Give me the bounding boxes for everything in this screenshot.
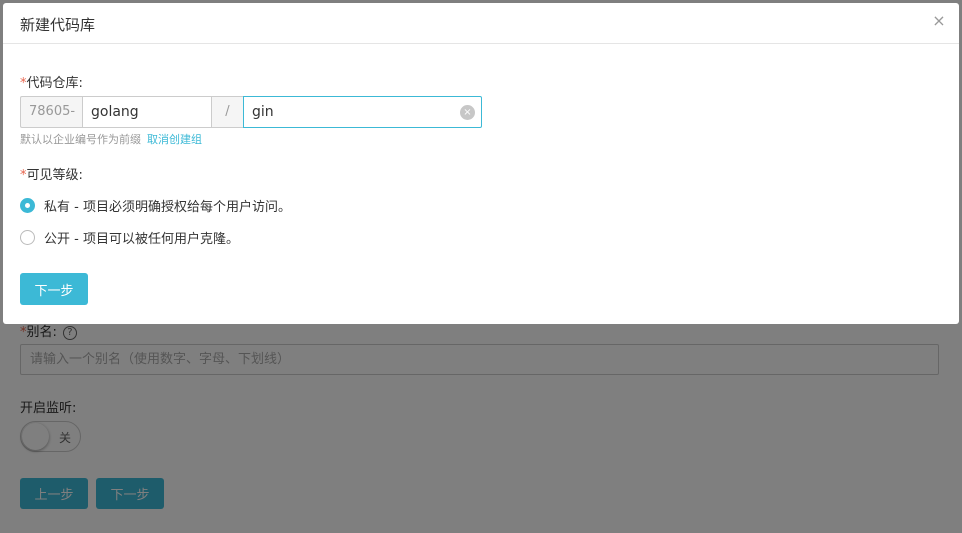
new-repo-modal: 新建代码库 × *代码仓库: 78605- golang / gin × 默认以… [3,3,959,324]
repo-hint: 默认以企业编号作为前缀 取消创建组 [20,131,202,147]
radio-button[interactable] [20,230,35,245]
repo-label-text: 代码仓库: [26,76,83,91]
radio-private[interactable]: 私有 - 项目必须明确授权给每个用户访问。 [20,196,291,215]
repo-name-input[interactable]: gin × [243,96,482,128]
modal-title: 新建代码库 [20,16,96,34]
visibility-label-text: 可见等级: [26,168,83,183]
repo-name-value: gin [252,104,274,120]
radio-public-label: 公开 - 项目可以被任何用户克隆。 [44,232,239,247]
next-step-button[interactable]: 下一步 [20,273,88,305]
cancel-create-group-link[interactable]: 取消创建组 [147,133,202,146]
path-separator: / [212,96,243,128]
group-input[interactable]: golang [82,96,212,128]
radio-private-label: 私有 - 项目必须明确授权给每个用户访问。 [44,200,291,215]
repo-prefix: 78605- [20,96,82,128]
repo-input-group: 78605- golang / gin × [20,96,482,128]
clear-icon[interactable]: × [460,105,475,120]
radio-button-checked[interactable] [20,198,35,213]
close-icon[interactable]: × [931,13,947,29]
repo-hint-text: 默认以企业编号作为前缀 [20,133,141,146]
repo-label: *代码仓库: [20,72,83,91]
modal-header: 新建代码库 × [3,3,959,44]
visibility-label: *可见等级: [20,164,83,183]
radio-public[interactable]: 公开 - 项目可以被任何用户克隆。 [20,228,239,247]
